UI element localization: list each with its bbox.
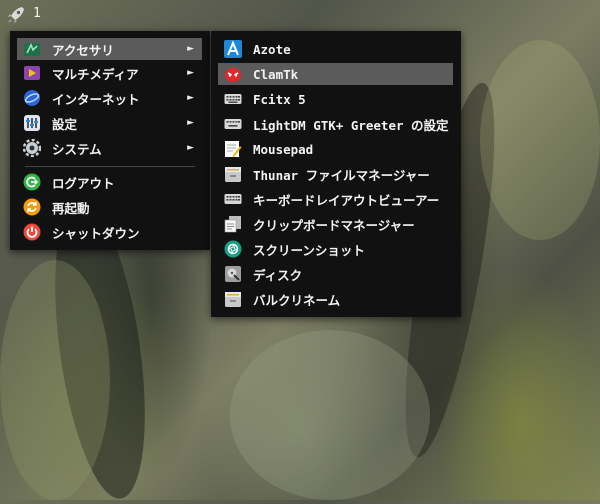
menu-item-label: 再起動: [52, 200, 90, 216]
submenu-item-label: Mousepad: [253, 141, 314, 157]
menu-item-label: システム: [52, 141, 102, 157]
submenu-item-bulk-rename[interactable]: バルクリネーム: [218, 288, 453, 310]
menu-item-label: 設定: [52, 116, 78, 132]
submenu-item-fcitx5[interactable]: Fcitx 5: [218, 88, 453, 110]
submenu-item-label: バルクリネーム: [253, 292, 341, 308]
submenu-item-label: ClamTk: [253, 66, 299, 82]
keyboard-icon: [223, 189, 243, 209]
submenu-item-lightdm-greeter[interactable]: LightDM GTK+ Greeter の設定: [218, 113, 453, 135]
logout-button[interactable]: ログアウト: [17, 171, 202, 193]
shutdown-button[interactable]: シャットダウン: [17, 221, 202, 243]
submenu-item-mousepad[interactable]: Mousepad: [218, 138, 453, 160]
submenu-arrow-icon: ►: [187, 93, 194, 103]
submenu-item-clamtk[interactable]: ClamTk: [218, 63, 453, 85]
menu-item-label: マルチメディア: [52, 66, 139, 82]
submenu-item-label: キーボードレイアウトビューアー: [253, 192, 440, 208]
submenu-item-screenshot[interactable]: スクリーンショット: [218, 238, 453, 260]
logout-icon: [22, 172, 42, 192]
screenshot-icon: [223, 239, 243, 259]
clamtk-icon: [223, 64, 243, 84]
settings-icon: [22, 113, 42, 133]
menu-item-settings[interactable]: 設定 ►: [17, 112, 202, 134]
shutdown-icon: [22, 222, 42, 242]
top-panel: 1: [0, 0, 600, 30]
mousepad-icon: [223, 139, 243, 159]
menu-item-multimedia[interactable]: マルチメディア ►: [17, 62, 202, 84]
accessories-icon: [22, 39, 42, 59]
system-gear-icon: [22, 138, 42, 158]
rocket-icon[interactable]: [6, 5, 26, 25]
submenu-item-label: スクリーンショット: [253, 242, 365, 258]
submenu-item-label: Fcitx 5: [253, 91, 306, 107]
clipboard-icon: [223, 214, 243, 234]
submenu-item-clipboard-manager[interactable]: クリップボードマネージャー: [218, 213, 453, 235]
submenu-item-label: ディスク: [253, 267, 303, 283]
reboot-button[interactable]: 再起動: [17, 196, 202, 218]
menu-separator: [25, 166, 195, 167]
submenu-arrow-icon: ►: [187, 68, 194, 78]
keyboard-icon: [223, 114, 243, 134]
menu-item-label: アクセサリ: [52, 42, 114, 58]
submenu-item-azote[interactable]: Azote: [218, 38, 453, 60]
azote-icon: [223, 39, 243, 59]
file-manager-icon: [223, 164, 243, 184]
submenu-item-label: Thunar ファイルマネージャー: [253, 167, 430, 183]
submenu-arrow-icon: ►: [187, 118, 194, 128]
submenu-item-label: LightDM GTK+ Greeter の設定: [253, 117, 449, 133]
menu-item-accessories[interactable]: アクセサリ ►: [17, 38, 202, 60]
submenu-item-label: クリップボードマネージャー: [253, 217, 415, 233]
submenu-item-label: Azote: [253, 41, 291, 57]
multimedia-icon: [22, 63, 42, 83]
workspace-indicator[interactable]: 1: [33, 6, 41, 21]
application-menu: アクセサリ ► マルチメディア ► インターネット ► 設定 ► システム ►: [10, 31, 210, 250]
menu-item-internet[interactable]: インターネット ►: [17, 87, 202, 109]
menu-item-system[interactable]: システム ►: [17, 137, 202, 159]
submenu-item-thunar[interactable]: Thunar ファイルマネージャー: [218, 163, 453, 185]
submenu-item-disks[interactable]: ディスク: [218, 263, 453, 285]
keyboard-icon: [223, 89, 243, 109]
submenu-item-keyboard-layout-viewer[interactable]: キーボードレイアウトビューアー: [218, 188, 453, 210]
submenu-arrow-icon: ►: [187, 143, 194, 153]
internet-icon: [22, 88, 42, 108]
submenu-arrow-icon: ►: [187, 44, 194, 54]
accessories-submenu: Azote ClamTk Fcitx 5 LightDM GTK+ Greete…: [211, 31, 461, 317]
menu-item-label: ログアウト: [52, 175, 115, 191]
menu-item-label: シャットダウン: [52, 225, 140, 241]
disk-icon: [223, 264, 243, 284]
menu-item-label: インターネット: [52, 91, 140, 107]
bulk-rename-icon: [223, 289, 243, 309]
reboot-icon: [22, 197, 42, 217]
